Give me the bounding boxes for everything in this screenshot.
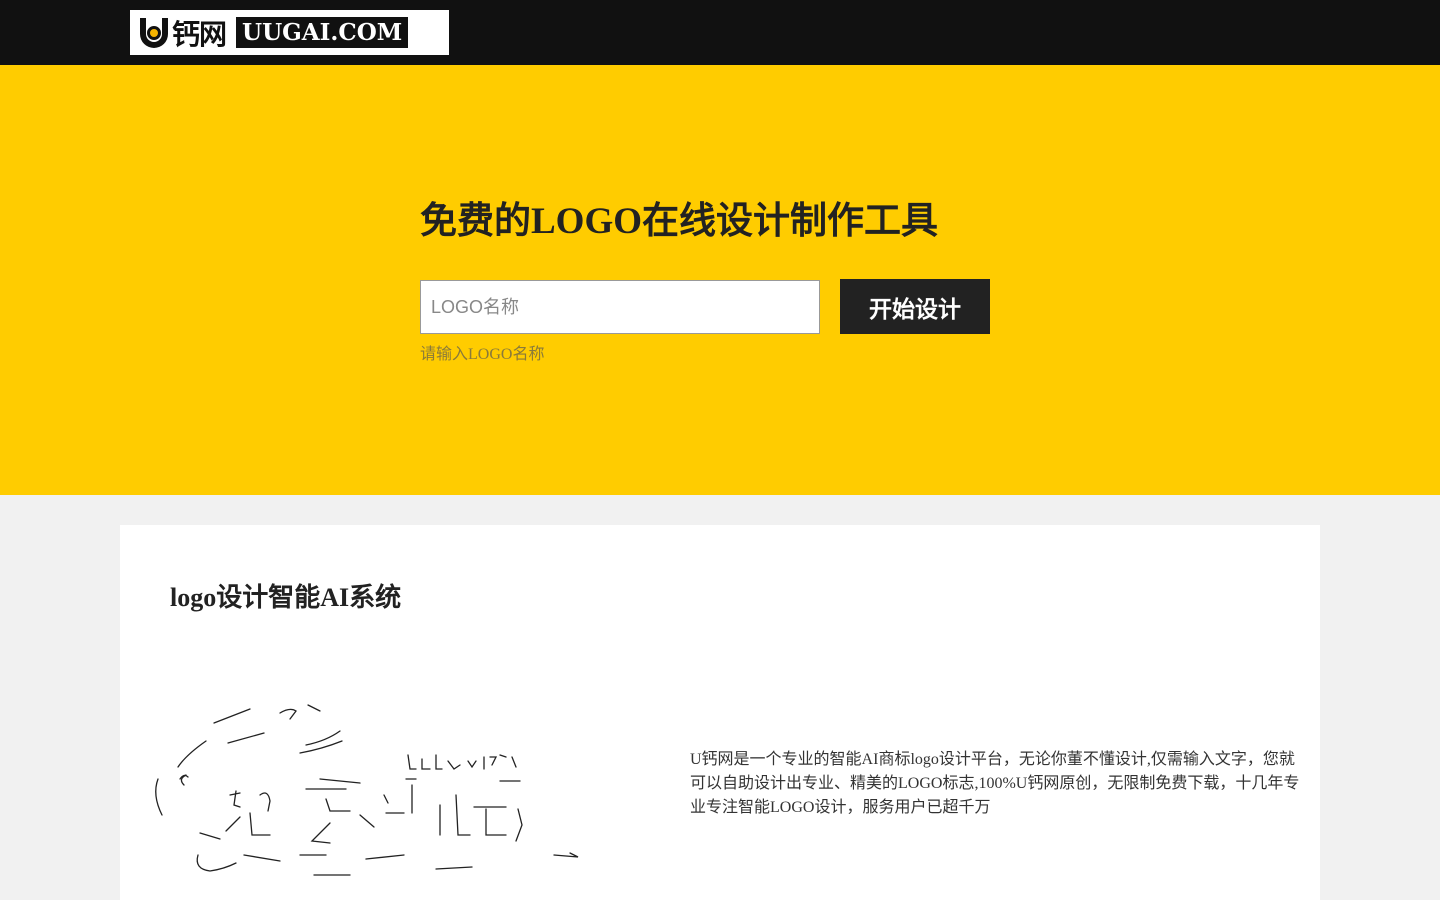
- section-description: U钙网是一个专业的智能AI商标logo设计平台，无论你董不懂设计,仅需输入文字，…: [690, 751, 1300, 816]
- hand-drawn-sketch-illustration: [155, 704, 579, 876]
- hero-title: 免费的LOGO在线设计制作工具: [420, 201, 939, 242]
- logo-chinese-text: 钙网: [172, 17, 227, 51]
- start-design-button[interactable]: 开始设计: [840, 279, 990, 334]
- site-logo[interactable]: 钙网 UUGAI.COM: [130, 10, 449, 55]
- intro-card: logo设计智能AI系统 U钙网是一个专业的智能AI商标logo设计平台，无论你…: [120, 525, 1320, 900]
- logo-domain-text: UUGAI.COM: [236, 17, 409, 48]
- logo-name-input[interactable]: [420, 280, 820, 334]
- input-hint-text: 请输入LOGO名称: [420, 346, 545, 363]
- section-title: logo设计智能AI系统: [170, 583, 402, 612]
- top-navigation-bar: 钙网 UUGAI.COM: [0, 0, 1440, 65]
- u-gear-logo-icon: [140, 17, 168, 48]
- hero-section: 免费的LOGO在线设计制作工具 开始设计 请输入LOGO名称: [0, 65, 1440, 495]
